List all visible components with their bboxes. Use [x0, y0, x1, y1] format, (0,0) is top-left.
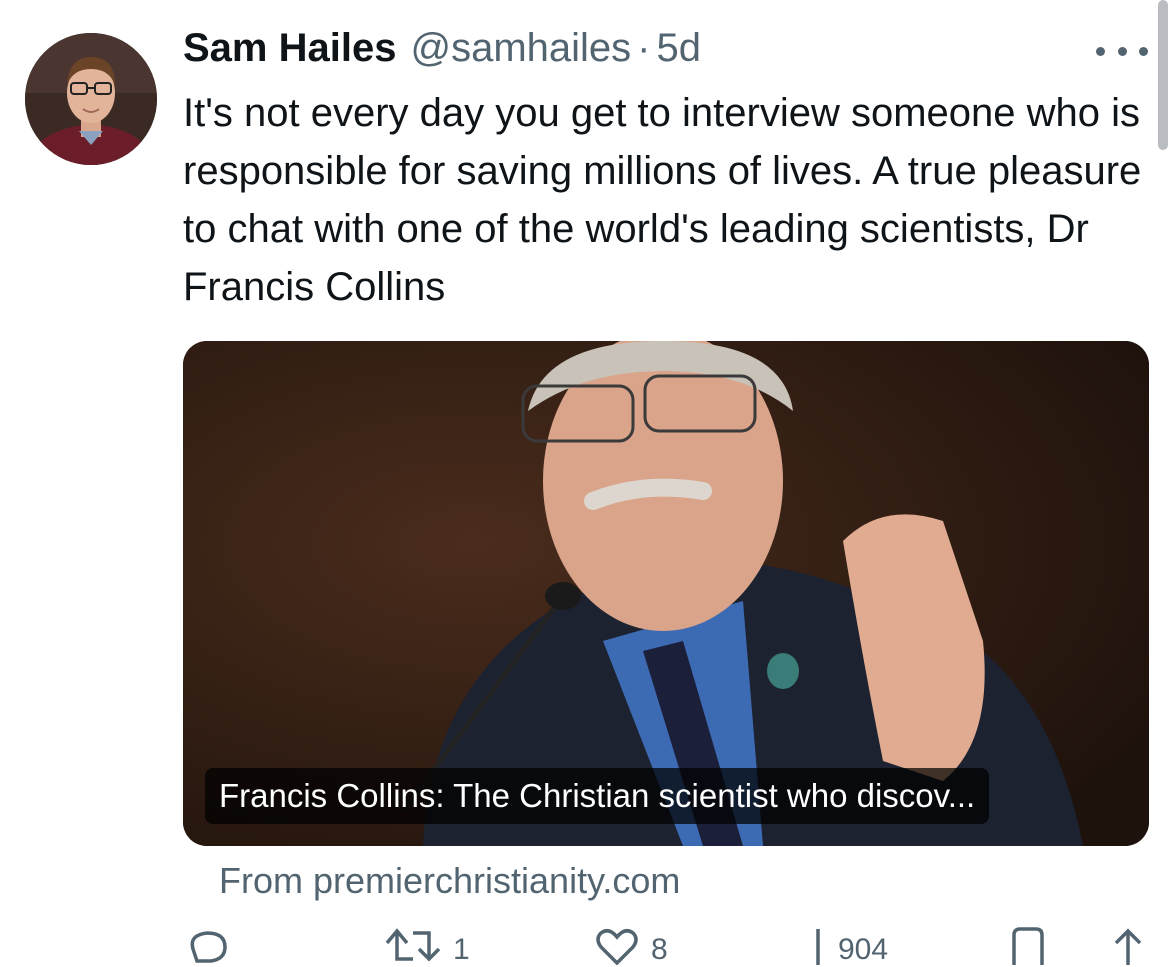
retweet-icon: [385, 928, 441, 962]
author-handle[interactable]: @samhailes: [410, 26, 631, 71]
share-icon: [1114, 928, 1142, 965]
more-options-button[interactable]: [1096, 36, 1148, 66]
heart-icon: [596, 929, 638, 965]
views-button[interactable]: 904: [808, 925, 889, 966]
more-horizontal-icon: [1096, 46, 1105, 56]
views-count: 904: [838, 933, 889, 966]
reply-button[interactable]: [183, 925, 241, 965]
share-button[interactable]: [1108, 925, 1148, 965]
author-name[interactable]: Sam Hailes: [183, 26, 396, 71]
reply-icon: [190, 931, 227, 963]
bookmark-button[interactable]: [1008, 925, 1048, 965]
views-icon: [816, 929, 820, 965]
tweet: Sam Hailes @samhailes · 5d It's not ever…: [0, 0, 1176, 966]
timestamp[interactable]: 5d: [656, 26, 701, 71]
like-button[interactable]: 8: [593, 925, 668, 966]
link-card[interactable]: Francis Collins: The Christian scientist…: [183, 341, 1149, 846]
retweet-count: 1: [453, 933, 470, 966]
retweet-button[interactable]: 1: [383, 925, 470, 966]
scrollbar[interactable]: [1158, 0, 1168, 150]
link-card-title: Francis Collins: The Christian scientist…: [205, 768, 990, 824]
like-count: 8: [651, 933, 668, 966]
link-source[interactable]: From premierchristianity.com: [219, 860, 680, 902]
separator-dot: ·: [637, 26, 651, 70]
avatar[interactable]: [25, 33, 157, 165]
tweet-text: It's not every day you get to interview …: [183, 91, 1142, 309]
tweet-header: Sam Hailes @samhailes · 5d: [183, 26, 701, 78]
bookmark-icon: [1012, 927, 1044, 965]
tweet-actions: 1 8 904: [183, 925, 1148, 966]
